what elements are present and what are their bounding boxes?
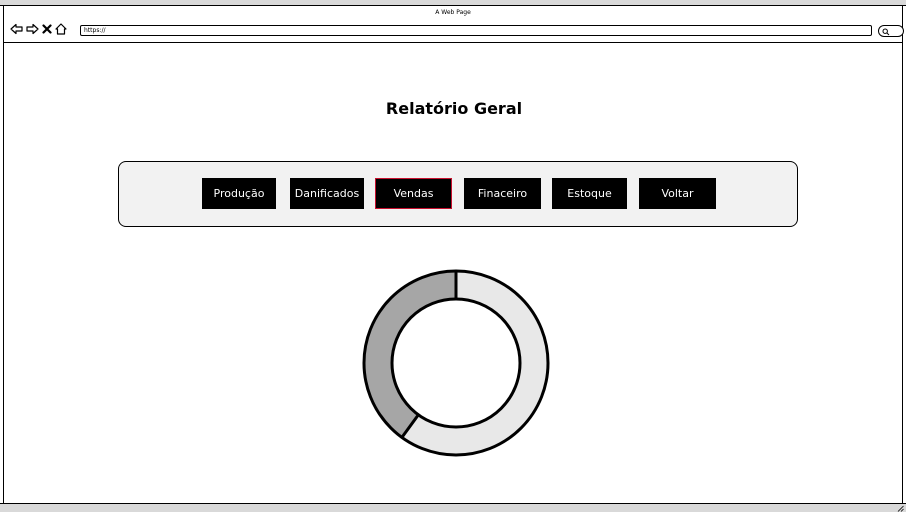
- url-input[interactable]: https://: [80, 25, 872, 36]
- financeiro-button[interactable]: Finaceiro: [464, 178, 541, 209]
- page-title: Relatório Geral: [385, 99, 523, 118]
- nav-controls: [10, 21, 67, 37]
- url-text: https://: [84, 27, 106, 34]
- donut-inner-outline: [390, 297, 522, 429]
- browser-window: A Web Page https:// Relatório Geral Prod…: [0, 0, 906, 512]
- home-icon[interactable]: [55, 23, 67, 35]
- window-bottom-edge: [0, 503, 906, 512]
- danificados-button[interactable]: Danificados: [290, 178, 364, 209]
- search-button[interactable]: [878, 25, 904, 37]
- close-icon[interactable]: [42, 24, 52, 34]
- voltar-button[interactable]: Voltar: [639, 178, 716, 209]
- producao-button[interactable]: Produção: [202, 178, 276, 209]
- resize-grip-icon[interactable]: [897, 505, 904, 512]
- vendas-button[interactable]: Vendas: [375, 178, 452, 209]
- window-title: A Web Page: [435, 9, 471, 16]
- search-icon: [882, 28, 890, 36]
- sales-donut-chart: [358, 265, 554, 461]
- donut-chart-svg: [362, 269, 550, 457]
- browser-toolbar: A Web Page https://: [3, 6, 904, 43]
- page-content: Relatório Geral Produção Danificados Ven…: [3, 43, 903, 504]
- report-menu-panel: Produção Danificados Vendas Finaceiro Es…: [118, 161, 798, 227]
- forward-arrow-icon[interactable]: [26, 23, 39, 35]
- back-arrow-icon[interactable]: [10, 23, 23, 35]
- estoque-button[interactable]: Estoque: [552, 178, 627, 209]
